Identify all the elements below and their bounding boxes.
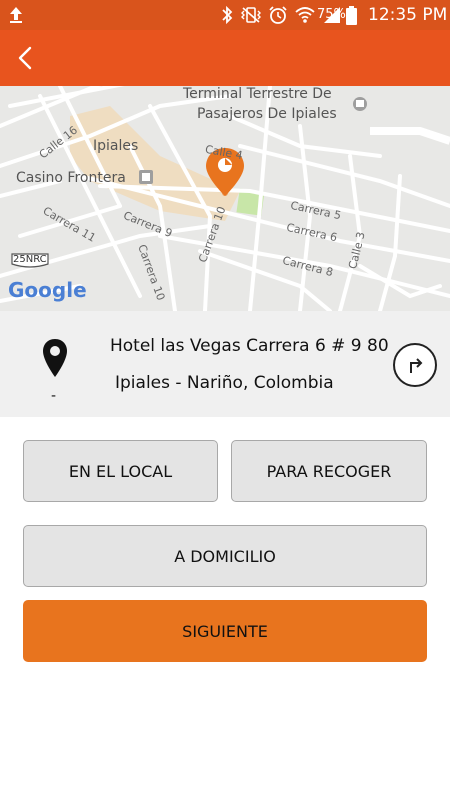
google-logo: Google (8, 278, 87, 302)
alarm-icon (269, 6, 287, 24)
status-bar: 75% 12:35 PM (0, 0, 450, 30)
route-turn-icon (410, 358, 423, 373)
battery-percentage: 75% (317, 7, 346, 22)
map-place-casino: Casino Frontera (16, 170, 126, 186)
map-place-ipiales: Ipiales (93, 138, 139, 154)
siguiente-button[interactable]: SIGUIENTE (23, 600, 427, 662)
address-extra: - (51, 388, 57, 404)
screen: 75% 12:35 PM Terminal Terrestre De Pasaj… (0, 0, 450, 800)
map-place-terminal-2: Pasajeros De Ipiales (197, 106, 337, 122)
upload-icon (10, 7, 22, 23)
app-bar (0, 30, 450, 86)
battery-icon (346, 6, 357, 25)
status-time: 12:35 PM (368, 5, 448, 25)
location-pin-icon (43, 339, 67, 377)
address-line-1: Hotel las Vegas Carrera 6 # 9 80 (110, 336, 389, 356)
back-arrow-icon[interactable] (8, 38, 48, 78)
map-route-badge: 25NRC (13, 254, 47, 265)
bluetooth-icon (222, 5, 233, 25)
a-domicilio-button[interactable]: A DOMICILIO (23, 525, 427, 587)
map-place-terminal: Terminal Terrestre De (183, 86, 332, 102)
wifi-icon (295, 7, 315, 23)
route-button[interactable] (393, 343, 437, 387)
map-view[interactable]: Terminal Terrestre De Pasajeros De Ipial… (0, 86, 450, 311)
para-recoger-button[interactable]: PARA RECOGER (231, 440, 427, 502)
address-panel: - Hotel las Vegas Carrera 6 # 9 80 Ipial… (0, 311, 450, 417)
address-line-2: Ipiales - Nariño, Colombia (115, 373, 334, 393)
en-el-local-button[interactable]: EN EL LOCAL (23, 440, 218, 502)
vibrate-icon (241, 7, 261, 23)
